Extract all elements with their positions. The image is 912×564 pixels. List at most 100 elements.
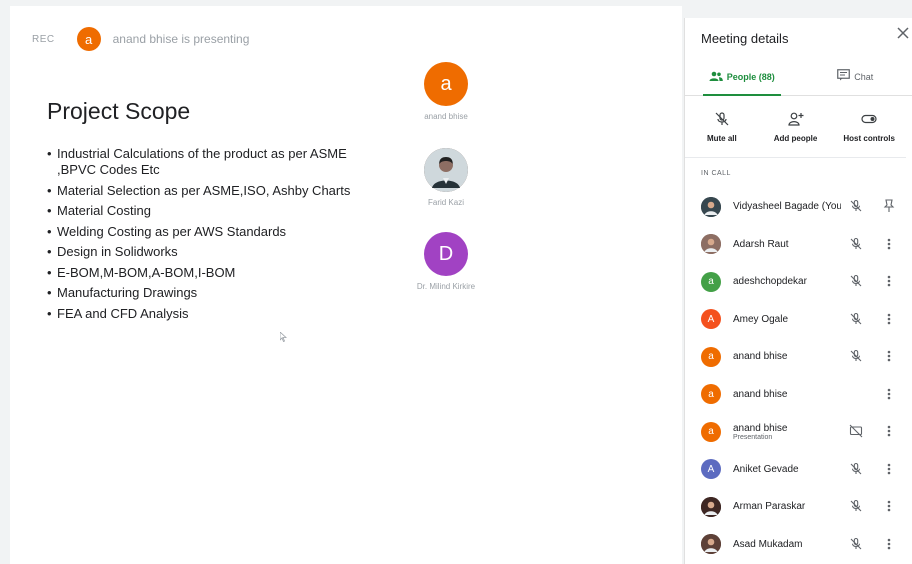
participant-info: Arman Paraskar	[733, 501, 841, 512]
chat-icon	[837, 69, 851, 84]
mouse-cursor-icon	[279, 331, 288, 344]
participant-tile-name: anand bhise	[424, 112, 468, 121]
participant-initial-avatar: A	[701, 309, 721, 330]
more-options-icon[interactable]	[885, 311, 893, 327]
mic-off-icon	[849, 237, 863, 251]
more-options-icon[interactable]	[885, 498, 893, 514]
slide-bullet: FEA and CFD Analysis	[47, 306, 387, 322]
tab-people[interactable]: People (88)	[685, 58, 799, 96]
participant-name: adeshchopdekar	[733, 276, 807, 288]
presenting-status: anand bhise is presenting	[112, 32, 250, 46]
participant-subtitle: Presentation	[733, 433, 773, 441]
participant-info: anand bhise	[733, 389, 841, 400]
participant-info: anand bhise	[733, 351, 841, 362]
participant-info: Amey Ogale	[733, 314, 841, 325]
mic-off-icon	[849, 199, 863, 213]
participant-info: Vidyasheel Bagade (You)	[733, 201, 841, 212]
slide-bullet: Design in Solidworks	[47, 244, 387, 260]
more-options-icon[interactable]	[885, 461, 893, 477]
slide-title: Project Scope	[47, 98, 191, 124]
participant-row[interactable]: A Amey Ogale	[685, 301, 912, 339]
participant-initial-avatar: a	[701, 346, 721, 367]
panel-header: Meeting details	[685, 18, 912, 58]
participant-info: Asad Mukadam	[733, 539, 841, 550]
participant-info: adeshchopdekar	[733, 276, 841, 287]
participant-name: Arman Paraskar	[733, 501, 806, 513]
mic-off-icon	[849, 349, 863, 363]
host-controls-label: Host controls	[843, 134, 895, 143]
participant-tile[interactable]: a anand bhise	[396, 62, 496, 121]
slide-bullet-list: Industrial Calculations of the product a…	[47, 146, 387, 326]
participant-info: anand bhise Presentation	[733, 423, 841, 441]
participant-row[interactable]: a anand bhise	[685, 376, 912, 414]
people-icon	[709, 70, 723, 84]
participant-name: anand bhise	[733, 388, 788, 400]
participant-initial-avatar: D	[424, 232, 468, 276]
participant-row[interactable]: Vidyasheel Bagade (You)	[685, 188, 912, 226]
participant-row[interactable]: A Aniket Gevade	[685, 451, 912, 489]
slide-bullet: Welding Costing as per AWS Standards	[47, 224, 387, 240]
participant-row[interactable]: a anand bhise Presentation	[685, 413, 912, 451]
participant-initial-avatar: a	[701, 384, 721, 405]
tab-people-label: People (88)	[726, 71, 775, 82]
panel-actions: Mute all Add people Host controls	[685, 96, 906, 158]
add-people-label: Add people	[773, 134, 818, 143]
participant-info: Aniket Gevade	[733, 464, 841, 475]
participant-tile[interactable]: Farid Kazi	[396, 148, 496, 207]
participant-initial-avatar: a	[424, 62, 468, 106]
participant-name: Aniket Gevade	[733, 463, 799, 475]
participant-name: Amey Ogale	[733, 313, 789, 325]
participant-initial-avatar: a	[701, 271, 721, 292]
mic-off-icon	[713, 110, 731, 128]
participant-name: Asad Mukadam	[733, 538, 803, 550]
slide-bullet: Material Selection as per ASME,ISO, Ashb…	[47, 183, 387, 199]
add-person-icon	[787, 110, 805, 128]
toggle-icon	[860, 110, 878, 128]
mic-off-icon	[849, 462, 863, 476]
participant-name: Vidyasheel Bagade (You)	[733, 201, 841, 213]
panel-title: Meeting details	[701, 30, 789, 46]
presentation-topbar: REC a anand bhise is presenting	[32, 26, 249, 52]
panel-tabs: People (88) Chat	[685, 58, 912, 96]
more-options-icon[interactable]	[885, 423, 893, 439]
presentation-stage: REC a anand bhise is presenting Project …	[10, 6, 682, 564]
pin-icon[interactable]	[883, 198, 895, 214]
mic-off-icon	[849, 499, 863, 513]
slide-bullet: Manufacturing Drawings	[47, 285, 387, 301]
participant-tile-name: Farid Kazi	[427, 198, 464, 207]
presentation-off-icon	[849, 424, 863, 438]
more-options-icon[interactable]	[885, 536, 893, 552]
participant-name: anand bhise	[733, 422, 788, 434]
participant-row[interactable]: Arman Paraskar	[685, 488, 912, 526]
participant-row[interactable]: a adeshchopdekar	[685, 263, 912, 301]
more-options-icon[interactable]	[885, 386, 893, 402]
meeting-details-panel: Meeting details People (88) Chat Mute al…	[684, 18, 912, 564]
participant-initial-avatar: A	[701, 459, 721, 480]
host-controls-button[interactable]: Host controls	[832, 96, 906, 157]
participant-name: anand bhise	[733, 351, 788, 363]
recording-indicator: REC	[32, 33, 55, 45]
more-options-icon[interactable]	[885, 273, 893, 289]
participant-tile[interactable]: D Dr. Milind Kirkire	[396, 232, 496, 291]
participant-row[interactable]: Asad Mukadam	[685, 526, 912, 564]
participant-photo-avatar	[701, 196, 721, 217]
participant-row[interactable]: Adarsh Raut	[685, 226, 912, 264]
participant-name: Adarsh Raut	[733, 238, 789, 250]
participant-row[interactable]: a anand bhise	[685, 338, 912, 376]
people-list: Vidyasheel Bagade (You) Adarsh Raut a adesh…	[685, 188, 912, 563]
participant-photo-avatar	[701, 234, 721, 255]
mute-all-button[interactable]: Mute all	[685, 96, 759, 157]
slide-bullet: Material Costing	[47, 203, 387, 219]
mute-all-label: Mute all	[706, 134, 737, 143]
add-people-button[interactable]: Add people	[759, 96, 833, 157]
close-icon[interactable]	[896, 26, 912, 42]
tab-chat[interactable]: Chat	[799, 58, 912, 95]
mic-off-icon	[849, 312, 863, 326]
mic-off-icon	[849, 274, 863, 288]
more-options-icon[interactable]	[885, 236, 893, 252]
slide-bullet: E-BOM,M-BOM,A-BOM,I-BOM	[47, 265, 387, 281]
in-call-section-label: IN CALL	[701, 170, 731, 177]
participant-photo-avatar	[701, 534, 721, 555]
tab-chat-label: Chat	[854, 71, 874, 82]
more-options-icon[interactable]	[885, 348, 893, 364]
